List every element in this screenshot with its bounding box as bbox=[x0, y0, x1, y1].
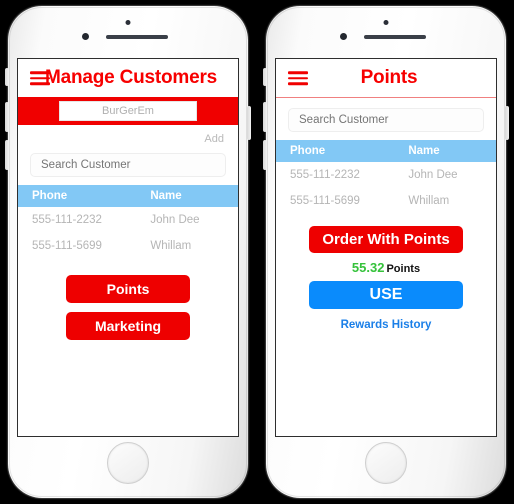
app-screen-points: Points Phone Name 555-111-2232 John Dee … bbox=[275, 58, 497, 437]
cell-name: Whillam bbox=[150, 240, 192, 252]
add-customer-link[interactable]: Add bbox=[204, 133, 224, 145]
cell-name: John Dee bbox=[408, 169, 458, 181]
order-with-points-button[interactable]: Order With Points bbox=[309, 226, 463, 253]
page-title: Points bbox=[360, 67, 418, 88]
volume-up-button[interactable] bbox=[5, 102, 9, 132]
front-camera-icon bbox=[125, 20, 131, 25]
cell-phone: 555-111-2232 bbox=[32, 214, 102, 226]
hamburger-icon[interactable] bbox=[30, 71, 50, 85]
customer-table-header: Phone Name bbox=[276, 140, 496, 162]
power-button[interactable] bbox=[505, 106, 509, 140]
table-row[interactable]: 555-111-2232 John Dee bbox=[18, 207, 238, 233]
cell-phone: 555-111-5699 bbox=[290, 195, 360, 207]
volume-up-button[interactable] bbox=[263, 102, 267, 132]
store-name-input[interactable] bbox=[59, 101, 197, 121]
table-row[interactable]: 555-111-2232 John Dee bbox=[276, 162, 496, 188]
mute-switch[interactable] bbox=[5, 68, 9, 86]
app-header: Manage Customers bbox=[18, 59, 238, 97]
cell-name: John Dee bbox=[150, 214, 200, 226]
action-buttons: Points Marketing bbox=[18, 259, 238, 340]
mute-switch[interactable] bbox=[263, 68, 267, 86]
points-actions: Order With Points 55.32 Points USE Reward… bbox=[276, 214, 496, 333]
column-header-name: Name bbox=[408, 145, 440, 157]
column-header-phone: Phone bbox=[290, 145, 326, 157]
column-header-name: Name bbox=[150, 190, 182, 202]
front-camera-icon bbox=[383, 20, 389, 25]
use-button[interactable]: USE bbox=[309, 281, 463, 309]
home-button[interactable] bbox=[365, 442, 407, 484]
home-button[interactable] bbox=[107, 442, 149, 484]
points-button[interactable]: Points bbox=[66, 275, 190, 303]
table-row[interactable]: 555-111-5699 Whillam bbox=[18, 233, 238, 259]
rewards-history-link[interactable]: Rewards History bbox=[341, 319, 432, 331]
search-section bbox=[18, 149, 238, 185]
cell-phone: 555-111-5699 bbox=[32, 240, 102, 252]
phone-device-manage-customers: Manage Customers Add Phone Name 555-111-… bbox=[5, 6, 251, 498]
search-customer-input[interactable] bbox=[288, 108, 484, 132]
table-row[interactable]: 555-111-5699 Whillam bbox=[276, 188, 496, 214]
search-section bbox=[276, 98, 496, 140]
volume-down-button[interactable] bbox=[5, 140, 9, 170]
points-label: Points bbox=[386, 263, 421, 275]
page-title: Manage Customers bbox=[44, 67, 218, 88]
customer-table-header: Phone Name bbox=[18, 185, 238, 207]
proximity-sensor-icon bbox=[82, 33, 89, 40]
points-balance: 55.32 Points bbox=[276, 260, 496, 275]
phone-device-points: Points Phone Name 555-111-2232 John Dee … bbox=[263, 6, 509, 498]
proximity-sensor-icon bbox=[340, 33, 347, 40]
volume-down-button[interactable] bbox=[263, 140, 267, 170]
earpiece-speaker bbox=[106, 35, 168, 39]
earpiece-speaker bbox=[364, 35, 426, 39]
app-header: Points bbox=[276, 59, 496, 97]
points-value: 55.32 bbox=[351, 260, 385, 275]
app-screen-manage-customers: Manage Customers Add Phone Name 555-111-… bbox=[17, 58, 239, 437]
cell-name: Whillam bbox=[408, 195, 450, 207]
hamburger-icon[interactable] bbox=[288, 71, 308, 85]
cell-phone: 555-111-2232 bbox=[290, 169, 360, 181]
marketing-button[interactable]: Marketing bbox=[66, 312, 190, 340]
column-header-phone: Phone bbox=[32, 190, 68, 202]
power-button[interactable] bbox=[247, 106, 251, 140]
store-name-bar bbox=[18, 97, 238, 125]
search-customer-input[interactable] bbox=[30, 153, 226, 177]
add-row: Add bbox=[18, 125, 238, 149]
screenshot-stage: Manage Customers Add Phone Name 555-111-… bbox=[0, 0, 514, 504]
